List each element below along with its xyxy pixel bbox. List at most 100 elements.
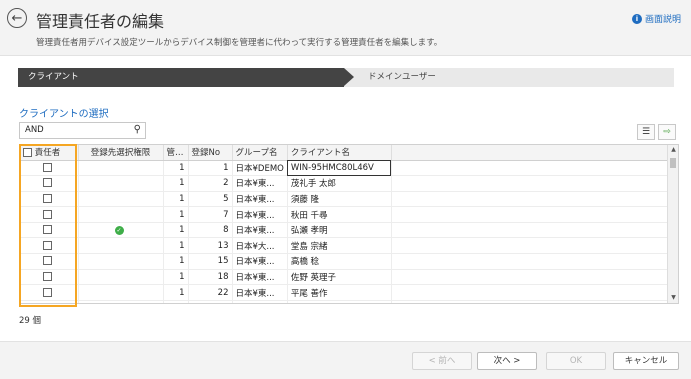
responsible-checkbox[interactable]: [42, 287, 52, 297]
table-row[interactable]: 1 5 日本¥東... 須藤 隆: [20, 191, 670, 208]
column-header-empty: [391, 145, 670, 161]
page-description: 管理責任者用デバイス設定ツールからデバイス制御を管理者に代わって実行する管理責任…: [36, 38, 443, 48]
table-row[interactable]: 1 7 日本¥東... 秋田 千尋: [20, 206, 670, 223]
group-cell: 日本¥東...: [232, 284, 288, 301]
responsible-checkbox[interactable]: [42, 225, 52, 235]
client-name-cell: 弘瀬 孝明: [287, 222, 392, 239]
column-header-client[interactable]: クライアント名: [287, 145, 392, 161]
kan-cell: 1: [163, 206, 189, 223]
responsible-checkbox[interactable]: [42, 178, 52, 188]
table-row[interactable]: 1 15 日本¥東... 高橋 稔: [20, 253, 670, 270]
responsible-cell[interactable]: [20, 269, 79, 286]
wizard-steps: クライアント ドメインユーザー: [18, 68, 674, 87]
kan-cell: 1: [163, 269, 189, 286]
item-count: 29 個: [19, 316, 42, 326]
step-client: クライアント: [18, 68, 354, 87]
table-row[interactable]: 124日本¥名...小林 由吉: [20, 300, 670, 304]
cancel-button[interactable]: キャンセル: [613, 352, 679, 370]
client-name-cell: 秋田 千尋: [287, 206, 392, 223]
responsible-checkbox[interactable]: [42, 209, 52, 219]
column-header-group[interactable]: グループ名: [232, 145, 288, 161]
permission-cell: [78, 191, 164, 208]
group-cell: 日本¥東...: [232, 175, 288, 192]
page-header: ← 管理責任者の編集 管理責任者用デバイス設定ツールからデバイス制御を管理者に代…: [0, 0, 691, 56]
table-row[interactable]: ✓ 1 8 日本¥東... 弘瀬 孝明: [20, 222, 670, 239]
step-domain-user: ドメインユーザー: [368, 72, 436, 82]
help-link[interactable]: i 画面説明: [631, 12, 681, 25]
table-row[interactable]: 1 18 日本¥東... 佐野 英理子: [20, 269, 670, 286]
kan-cell: 1: [163, 237, 189, 255]
scroll-thumb[interactable]: [670, 158, 676, 168]
empty-cell: [391, 206, 670, 223]
reg-no-cell: 24: [188, 300, 233, 303]
empty-cell: [391, 284, 670, 301]
permission-cell: [78, 237, 164, 255]
responsible-checkbox[interactable]: [42, 256, 52, 266]
group-cell: 日本¥DEMO: [232, 160, 288, 177]
client-name-cell: 茂礼手 太郎: [287, 175, 392, 192]
scroll-up-icon[interactable]: ▲: [668, 145, 678, 155]
permission-cell: [78, 269, 164, 286]
responsible-checkbox[interactable]: [42, 240, 52, 250]
search-input[interactable]: AND ⚲: [19, 122, 146, 139]
empty-cell: [391, 175, 670, 192]
column-header-permission[interactable]: 登録先選択権限: [78, 145, 164, 161]
empty-cell: [391, 160, 670, 177]
responsible-checkbox[interactable]: [42, 162, 52, 172]
export-icon[interactable]: ⇨: [658, 124, 676, 140]
table-row[interactable]: 1 2 日本¥東... 茂礼手 太郎: [20, 175, 670, 192]
reg-no-cell: 8: [188, 222, 233, 239]
reg-no-cell: 5: [188, 191, 233, 208]
client-name-cell: 小林 由吉: [287, 300, 392, 303]
permission-cell: [78, 175, 164, 192]
empty-cell: [391, 253, 670, 270]
check-icon: ✓: [114, 226, 124, 236]
responsible-cell[interactable]: [20, 284, 79, 301]
column-list-icon[interactable]: ☰: [637, 124, 655, 140]
responsible-cell[interactable]: [20, 222, 79, 239]
responsible-checkbox[interactable]: [43, 303, 52, 304]
responsible-cell[interactable]: [20, 300, 79, 304]
client-name-cell: 須藤 隆: [287, 191, 392, 208]
permission-cell: [78, 253, 164, 270]
table-header: 責任者 登録先選択権限 管… 登録No グループ名 クライアント名: [20, 145, 670, 161]
reg-no-cell: 13: [188, 237, 233, 255]
search-value: AND: [25, 125, 44, 135]
table-row[interactable]: 1 22 日本¥東... 平尾 善作: [20, 284, 670, 301]
ok-button[interactable]: OK: [546, 352, 606, 370]
responsible-cell[interactable]: [20, 237, 79, 255]
permission-cell: ✓: [78, 222, 164, 239]
kan-cell: 1: [163, 222, 189, 239]
table-scrollbar[interactable]: ▲ ▼: [667, 145, 678, 303]
responsible-cell[interactable]: [20, 206, 79, 223]
kan-cell: 1: [163, 253, 189, 270]
permission-cell: [78, 160, 164, 177]
group-cell: 日本¥東...: [232, 269, 288, 286]
reg-no-cell: 2: [188, 175, 233, 192]
select-all-checkbox[interactable]: [23, 148, 32, 158]
next-button[interactable]: 次へ >: [477, 352, 537, 370]
responsible-checkbox[interactable]: [42, 271, 52, 281]
search-icon[interactable]: ⚲: [134, 124, 141, 135]
responsible-cell[interactable]: [20, 175, 79, 192]
permission-cell: [78, 284, 164, 301]
responsible-cell[interactable]: [20, 160, 79, 177]
column-header-kan[interactable]: 管…: [163, 145, 189, 161]
table-row[interactable]: 1 1 日本¥DEMO WIN-95HMC80L46V: [20, 160, 670, 177]
empty-cell: [391, 300, 670, 303]
prev-button[interactable]: < 前へ: [412, 352, 472, 370]
client-name-cell: WIN-95HMC80L46V: [287, 160, 392, 177]
reg-no-cell: 22: [188, 284, 233, 301]
column-header-reg-no[interactable]: 登録No: [188, 145, 233, 161]
group-cell: 日本¥東...: [232, 253, 288, 270]
column-header-responsible[interactable]: 責任者: [20, 145, 79, 161]
page-title: 管理責任者の編集: [36, 12, 165, 31]
footer-bar: < 前へ 次へ > OK キャンセル: [0, 341, 691, 379]
responsible-cell[interactable]: [20, 191, 79, 208]
back-arrow-icon[interactable]: ←: [7, 8, 27, 28]
kan-cell: 1: [163, 284, 189, 301]
responsible-checkbox[interactable]: [42, 193, 52, 203]
table-row[interactable]: 1 13 日本¥大... 堂島 宗緒: [20, 237, 670, 255]
scroll-down-icon[interactable]: ▼: [668, 293, 678, 303]
responsible-cell[interactable]: [20, 253, 79, 270]
